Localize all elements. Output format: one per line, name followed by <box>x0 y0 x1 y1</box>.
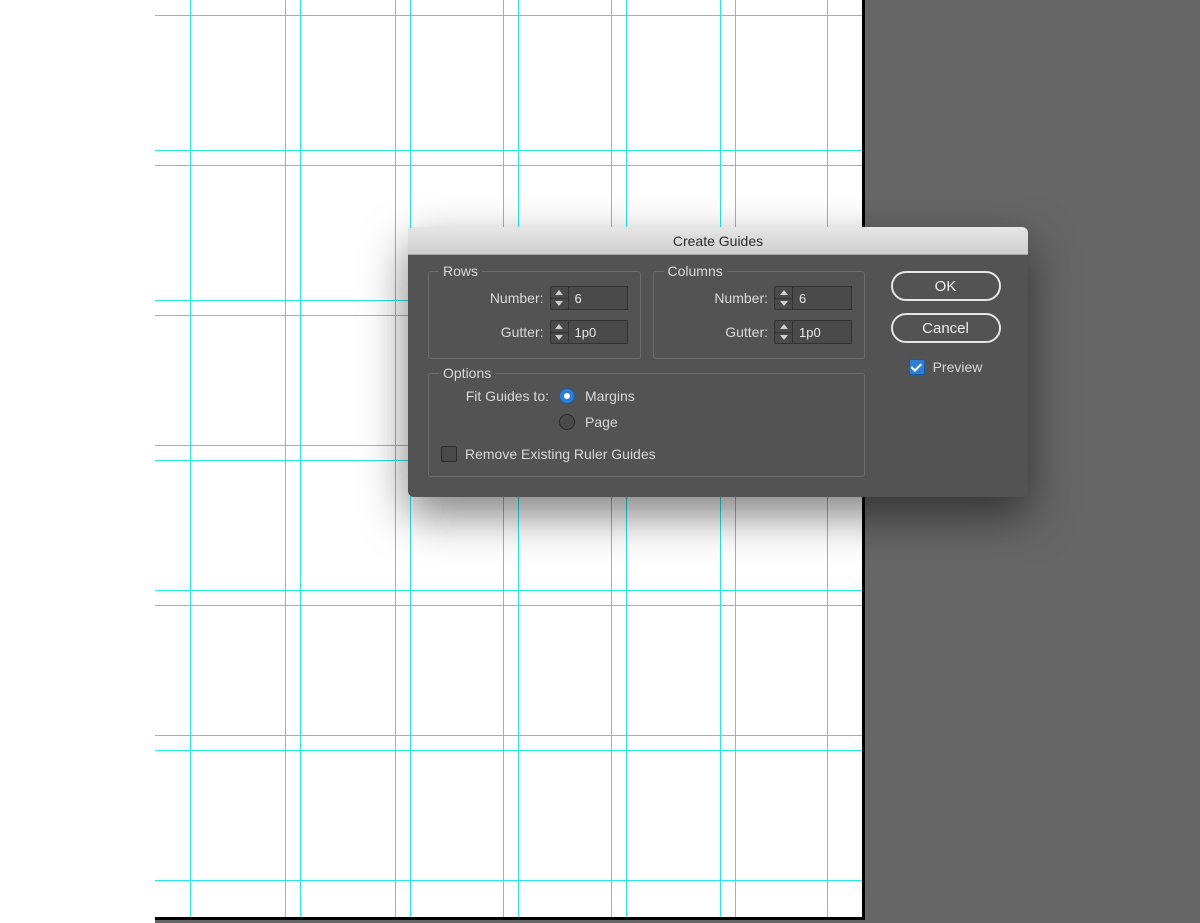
stepper-up-icon[interactable] <box>551 321 568 333</box>
columns-group: Columns Number: <box>653 271 866 359</box>
options-group: Options Fit Guides to: Margins Page <box>428 373 865 477</box>
rows-gutter-stepper[interactable] <box>550 320 628 344</box>
rows-gutter-row: Gutter: <box>441 320 628 344</box>
stepper-buttons <box>550 286 568 310</box>
rows-number-input[interactable] <box>568 286 628 310</box>
rows-group: Rows Number: <box>428 271 641 359</box>
rows-number-label: Number: <box>490 290 544 306</box>
dialog-main: Rows Number: <box>428 271 865 477</box>
columns-gutter-label: Gutter: <box>725 324 768 340</box>
rows-gutter-label: Gutter: <box>501 324 544 340</box>
fit-guides-label: Fit Guides to: <box>441 388 549 404</box>
stepper-buttons <box>774 286 792 310</box>
columns-number-stepper[interactable] <box>774 286 852 310</box>
fit-to-page-row: Page <box>441 414 852 430</box>
guide-row[interactable] <box>155 165 862 166</box>
stepper-down-icon[interactable] <box>551 333 568 344</box>
preview-row[interactable]: Preview <box>909 359 983 375</box>
guide-row[interactable] <box>155 750 862 751</box>
rows-columns-row: Rows Number: <box>428 271 865 373</box>
dialog-title: Create Guides <box>673 233 763 249</box>
stage: Create Guides Rows Number: <box>0 0 1200 923</box>
guide-col[interactable] <box>395 0 396 917</box>
stepper-down-icon[interactable] <box>551 299 568 310</box>
radio-page[interactable] <box>559 414 575 430</box>
radio-margins-label[interactable]: Margins <box>585 388 635 404</box>
dialog-titlebar[interactable]: Create Guides <box>408 227 1028 255</box>
radio-page-label[interactable]: Page <box>585 414 618 430</box>
dialog-buttons: OK Cancel Preview <box>883 271 1008 477</box>
guide-row[interactable] <box>155 150 862 151</box>
guide-row[interactable] <box>155 15 862 16</box>
columns-number-row: Number: <box>666 286 853 310</box>
stepper-up-icon[interactable] <box>551 287 568 299</box>
preview-label: Preview <box>933 359 983 375</box>
options-legend: Options <box>439 365 495 381</box>
columns-number-input[interactable] <box>792 286 852 310</box>
stepper-down-icon[interactable] <box>775 333 792 344</box>
stepper-up-icon[interactable] <box>775 287 792 299</box>
rows-number-stepper[interactable] <box>550 286 628 310</box>
preview-checkbox[interactable] <box>909 359 925 375</box>
columns-legend: Columns <box>664 263 727 279</box>
dialog-body: Rows Number: <box>408 255 1028 497</box>
columns-number-label: Number: <box>714 290 768 306</box>
guide-row[interactable] <box>155 590 862 591</box>
guide-row[interactable] <box>155 880 862 881</box>
stepper-buttons <box>550 320 568 344</box>
guide-col[interactable] <box>300 0 301 917</box>
fit-to-margins-row: Fit Guides to: Margins <box>441 388 852 404</box>
remove-guides-row[interactable]: Remove Existing Ruler Guides <box>441 446 852 462</box>
columns-gutter-input[interactable] <box>792 320 852 344</box>
create-guides-dialog: Create Guides Rows Number: <box>408 227 1028 497</box>
rows-number-row: Number: <box>441 286 628 310</box>
radio-margins[interactable] <box>559 388 575 404</box>
remove-guides-label: Remove Existing Ruler Guides <box>465 446 656 462</box>
cancel-button[interactable]: Cancel <box>891 313 1001 343</box>
remove-guides-checkbox[interactable] <box>441 446 457 462</box>
guide-row[interactable] <box>155 735 862 736</box>
stepper-down-icon[interactable] <box>775 299 792 310</box>
rows-legend: Rows <box>439 263 482 279</box>
columns-gutter-stepper[interactable] <box>774 320 852 344</box>
rows-gutter-input[interactable] <box>568 320 628 344</box>
guide-row[interactable] <box>155 605 862 606</box>
guide-col[interactable] <box>285 0 286 917</box>
stepper-buttons <box>774 320 792 344</box>
ok-button[interactable]: OK <box>891 271 1001 301</box>
stepper-up-icon[interactable] <box>775 321 792 333</box>
guide-col[interactable] <box>190 0 191 917</box>
columns-gutter-row: Gutter: <box>666 320 853 344</box>
